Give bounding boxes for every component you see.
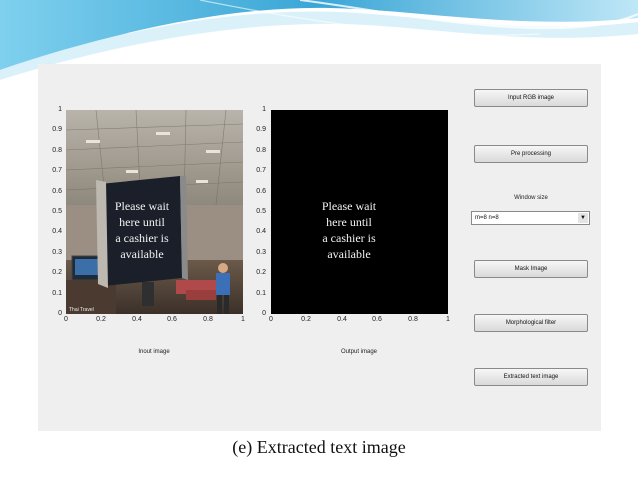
output-text-image: Please wait here until a cashier is avai… <box>322 199 377 261</box>
sign-line: here until <box>119 215 165 229</box>
xtick-label: 0.4 <box>337 316 347 323</box>
xtick-label: 0.6 <box>167 316 177 323</box>
ytick-label: 0.6 <box>52 188 62 195</box>
dropdown-arrow-icon[interactable]: ▼ <box>578 213 588 223</box>
extracted-text-line: a cashier is <box>322 231 376 245</box>
xtick-label: 0 <box>269 316 273 323</box>
xtick-label: 1 <box>446 316 450 323</box>
input-image-axes: Please wait here until a cashier is avai… <box>66 110 243 314</box>
xtick-label: 0.2 <box>301 316 311 323</box>
window-size-label: Window size <box>514 195 548 201</box>
output-image-axes: Please wait here until a cashier is avai… <box>271 110 448 314</box>
sign-line: Please wait <box>115 199 170 213</box>
ytick-label: 1 <box>262 106 266 113</box>
ytick-label: 0.5 <box>52 208 62 215</box>
extracted-text-line: here until <box>326 215 372 229</box>
xtick-label: 1 <box>241 316 245 323</box>
ytick-label: 0.8 <box>256 147 266 154</box>
input-image-caption: Inout image <box>138 349 170 355</box>
ytick-label: 0.3 <box>256 249 266 256</box>
ytick-label: 0.9 <box>52 126 62 133</box>
extracted-text-line: available <box>327 247 370 261</box>
xtick-label: 0.8 <box>203 316 213 323</box>
ytick-label: 0.5 <box>256 208 266 215</box>
sign-line: available <box>120 247 163 261</box>
xtick-label: 0.6 <box>372 316 382 323</box>
xtick-label: 0.2 <box>96 316 106 323</box>
xtick-label: 0.4 <box>132 316 142 323</box>
xtick-label: 0.8 <box>408 316 418 323</box>
corner-text: Thai Travel <box>69 307 94 313</box>
ytick-label: 0.7 <box>52 167 62 174</box>
ytick-label: 0.7 <box>256 167 266 174</box>
ytick-label: 0.1 <box>52 290 62 297</box>
ytick-label: 0.2 <box>52 269 62 276</box>
pre-processing-button[interactable]: Pre processing <box>474 145 588 163</box>
ytick-label: 0.9 <box>256 126 266 133</box>
window-size-value: m=8 n=8 <box>475 215 499 221</box>
extracted-text-line: Please wait <box>322 199 377 213</box>
extracted-text-image-button[interactable]: Extracted text image <box>474 368 588 386</box>
xtick-label: 0 <box>64 316 68 323</box>
ytick-label: 0.3 <box>52 249 62 256</box>
ytick-label: 0.2 <box>256 269 266 276</box>
input-photo: Please wait here until a cashier is avai… <box>66 110 243 314</box>
mask-image-button[interactable]: Mask Image <box>474 260 588 278</box>
slide-caption: (e) Extracted text image <box>232 437 406 457</box>
matlab-gui-window: 1 0.9 0.8 0.7 0.6 0.5 0.4 0.3 0.2 0.1 0 <box>38 64 601 431</box>
ytick-label: 1 <box>58 106 62 113</box>
ytick-label: 0.8 <box>52 147 62 154</box>
sign-line: a cashier is <box>115 231 169 245</box>
window-size-select[interactable]: m=8 n=8 ▼ <box>471 211 590 225</box>
morphological-filter-button[interactable]: Morphological filter <box>474 314 588 332</box>
ytick-label: 0.1 <box>256 290 266 297</box>
ytick-label: 0.6 <box>256 188 266 195</box>
output-image-caption: Output image <box>340 349 378 355</box>
input-rgb-image-button[interactable]: Input RGB image <box>474 89 588 107</box>
ytick-label: 0.4 <box>256 228 266 235</box>
ytick-label: 0.4 <box>52 228 62 235</box>
